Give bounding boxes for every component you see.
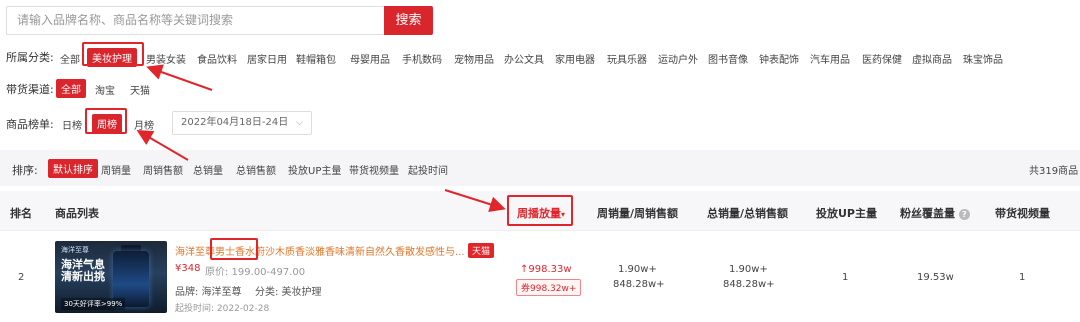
arrow-to-plays <box>444 189 506 213</box>
arrow-to-weekly <box>136 129 189 161</box>
annotation-arrows <box>136 64 506 213</box>
arrow-to-category <box>146 64 213 91</box>
